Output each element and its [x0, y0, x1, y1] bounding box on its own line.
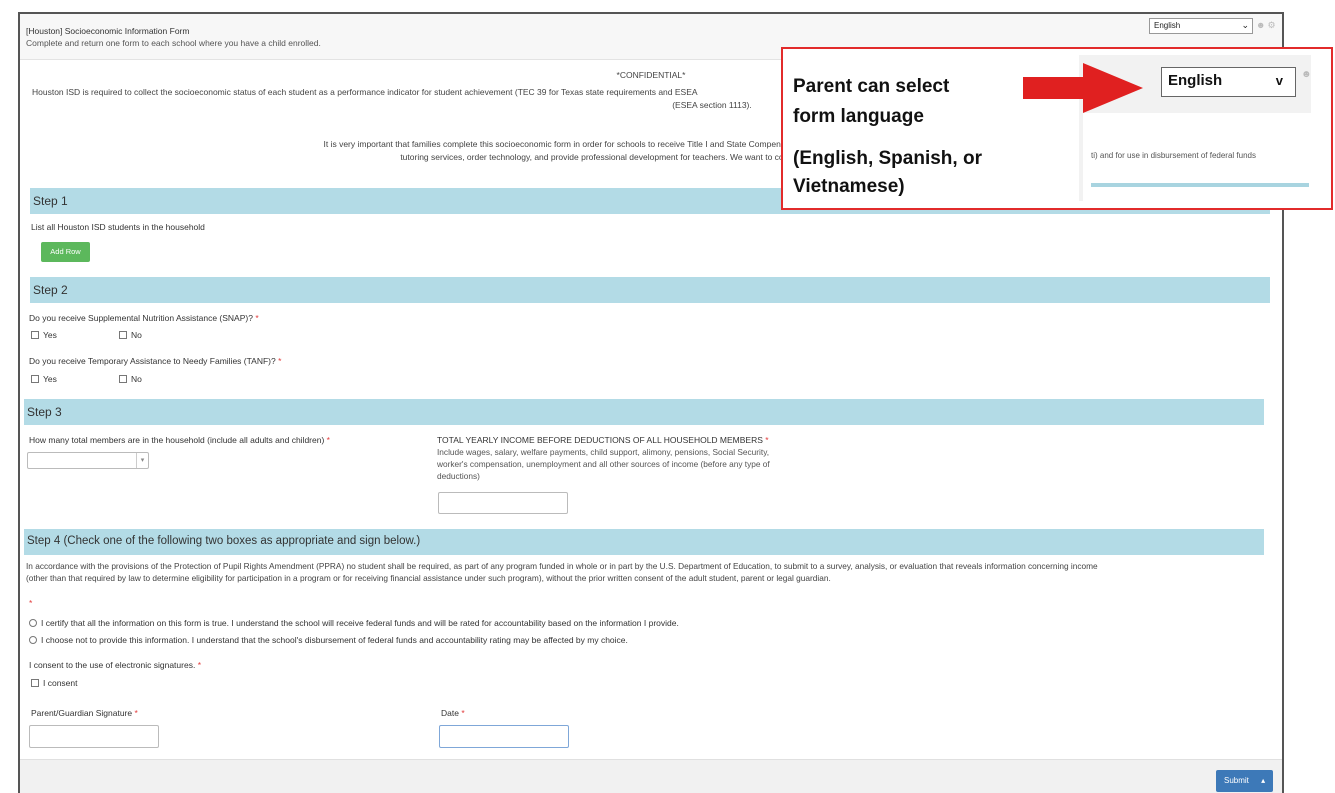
checkbox[interactable]	[119, 331, 127, 339]
consent-label-text: I consent to the use of electronic signa…	[29, 660, 196, 670]
tanf-question: Do you receive Temporary Assistance to N…	[29, 356, 281, 366]
submit-label: Submit	[1224, 776, 1249, 785]
form-subtitle: Complete and return one form to each sch…	[26, 38, 321, 48]
date-label-text: Date	[441, 708, 459, 718]
decline-option[interactable]: I choose not to provide this information…	[29, 635, 628, 645]
certify-label: I certify that all the information on th…	[41, 618, 679, 628]
signature-input[interactable]	[29, 725, 159, 748]
income-label-text: TOTAL YEARLY INCOME BEFORE DEDUCTIONS OF…	[437, 435, 763, 445]
step2-header: Step 2	[30, 277, 1270, 303]
zoom-body: ti) and for use in disbursement of feder…	[1083, 113, 1311, 201]
language-callout: Parent can select form language (English…	[781, 47, 1333, 210]
ppra-notice-line-2: (other than that required by law to dete…	[26, 573, 831, 583]
income-help-line-2: worker's compensation, unemployment and …	[437, 459, 770, 469]
checkbox[interactable]	[119, 375, 127, 383]
required-mark: *	[765, 435, 769, 445]
snap-question-text: Do you receive Supplemental Nutrition As…	[29, 313, 253, 323]
income-input[interactable]	[438, 492, 568, 514]
snap-no-label: No	[131, 330, 142, 340]
callout-line-4: Vietnamese)	[793, 176, 905, 197]
snap-no-option[interactable]: No	[119, 330, 142, 340]
required-mark: *	[461, 708, 465, 718]
ppra-notice: In accordance with the provisions of the…	[26, 560, 1276, 584]
zoom-chevron-icon: v	[1275, 73, 1283, 88]
household-members-select[interactable]: ▾	[27, 452, 149, 469]
date-input[interactable]	[439, 725, 569, 748]
income-help-line-3: deductions)	[437, 471, 480, 481]
gear-icon[interactable]: ⚙	[1267, 20, 1277, 30]
submit-button[interactable]: Submit ▴	[1216, 770, 1273, 792]
checkbox[interactable]	[31, 375, 39, 383]
add-row-button[interactable]: Add Row	[41, 242, 90, 262]
signature-label-text: Parent/Guardian Signature	[31, 708, 133, 718]
required-mark: *	[278, 356, 282, 366]
required-mark: *	[29, 598, 33, 608]
required-mark: *	[255, 313, 259, 323]
income-help-line-1: Include wages, salary, welfare payments,…	[437, 447, 770, 457]
snap-yes-option[interactable]: Yes	[31, 330, 57, 340]
household-members-label: How many total members are in the househ…	[29, 435, 330, 445]
tanf-no-option[interactable]: No	[119, 374, 142, 384]
form-footer: Submit ▴	[20, 759, 1282, 793]
decline-label: I choose not to provide this information…	[41, 635, 628, 645]
radio-button[interactable]	[29, 636, 37, 644]
chevron-down-icon: ▾	[136, 453, 148, 468]
household-members-label-text: How many total members are in the househ…	[29, 435, 325, 445]
callout-line-1: Parent can select	[793, 76, 950, 97]
tanf-no-label: No	[131, 374, 142, 384]
date-label: Date *	[441, 708, 465, 718]
intro-paragraph-1-text: Houston ISD is required to collect the s…	[32, 87, 698, 97]
tanf-question-text: Do you receive Temporary Assistance to N…	[29, 356, 276, 366]
form-title: [Houston] Socioeconomic Information Form	[26, 26, 190, 36]
income-help: Include wages, salary, welfare payments,…	[437, 446, 770, 482]
callout-line-3: (English, Spanish, or	[793, 148, 982, 169]
header-icons: ☻⚙	[1256, 20, 1278, 31]
caret-up-icon[interactable]: ▴	[1261, 776, 1265, 785]
step3-header: Step 3	[24, 399, 1264, 425]
chevron-down-icon: ⌄	[1241, 20, 1249, 30]
radio-button[interactable]	[29, 619, 37, 627]
tanf-yes-label: Yes	[43, 374, 57, 384]
zoom-language-select: English v	[1161, 67, 1296, 97]
consent-option-label: I consent	[43, 678, 78, 688]
snap-yes-label: Yes	[43, 330, 57, 340]
zoom-user-icon: ☻	[1301, 69, 1311, 80]
ppra-notice-line-1: In accordance with the provisions of the…	[26, 561, 1098, 571]
snap-question: Do you receive Supplemental Nutrition As…	[29, 313, 259, 323]
consent-label: I consent to the use of electronic signa…	[29, 660, 201, 670]
step4-header: Step 4 (Check one of the following two b…	[24, 529, 1264, 555]
required-mark: *	[326, 435, 330, 445]
tanf-yes-option[interactable]: Yes	[31, 374, 57, 384]
income-label: TOTAL YEARLY INCOME BEFORE DEDUCTIONS OF…	[437, 435, 769, 445]
language-select-value: English	[1154, 21, 1181, 30]
zoom-step-bar	[1091, 183, 1309, 187]
certify-option[interactable]: I certify that all the information on th…	[29, 618, 679, 628]
callout-line-2: form language	[793, 106, 924, 127]
language-select[interactable]: English ⌄	[1149, 18, 1253, 34]
red-arrow-body	[1023, 77, 1083, 99]
checkbox[interactable]	[31, 331, 39, 339]
required-mark: *	[134, 708, 138, 718]
user-icon[interactable]: ☻	[1256, 20, 1267, 30]
zoom-text: ti) and for use in disbursement of feder…	[1091, 151, 1256, 160]
required-mark: *	[197, 660, 202, 670]
signature-label: Parent/Guardian Signature *	[31, 708, 138, 718]
checkbox[interactable]	[31, 679, 39, 687]
consent-option[interactable]: I consent	[31, 678, 78, 688]
step1-instruction: List all Houston ISD students in the hou…	[31, 222, 205, 232]
red-arrow-icon	[1083, 63, 1143, 113]
zoom-language-value: English	[1168, 72, 1223, 89]
